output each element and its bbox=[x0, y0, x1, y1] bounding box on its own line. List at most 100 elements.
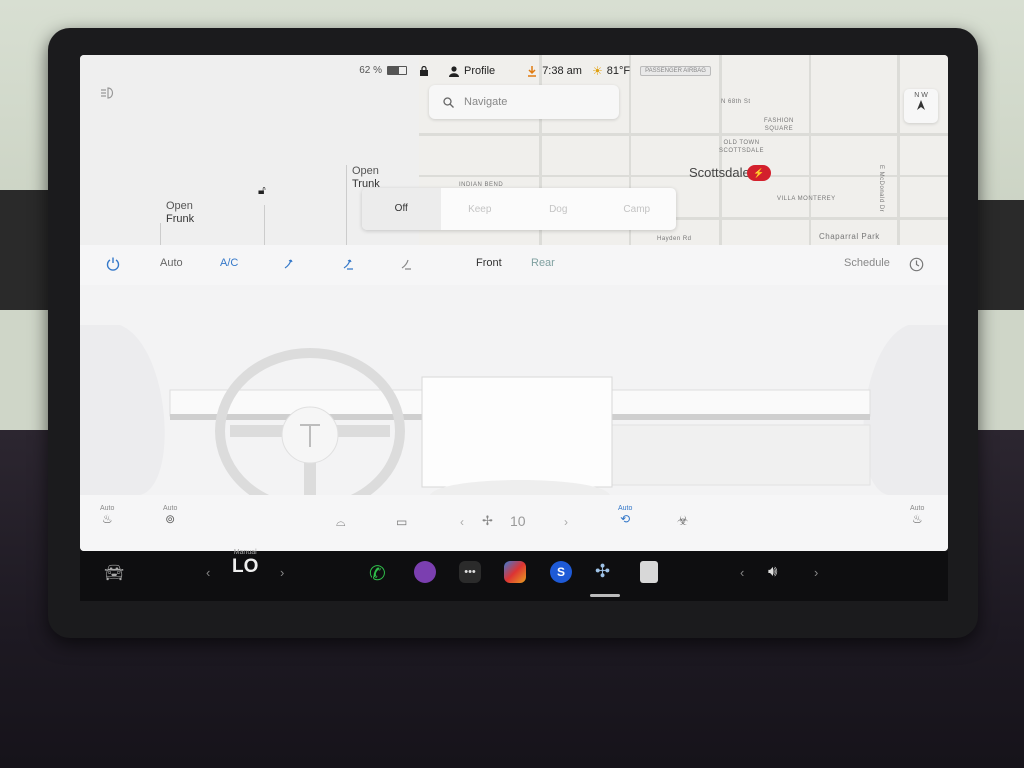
headlight-icon[interactable] bbox=[100, 87, 118, 99]
city-label: Scottsdale bbox=[689, 165, 750, 180]
recirculate-icon: ⟲ bbox=[620, 512, 631, 526]
bioweapon-defense-icon[interactable]: ☣ bbox=[677, 513, 689, 529]
car-outline bbox=[264, 205, 265, 245]
driver-temperature[interactable]: Manual LO bbox=[232, 549, 258, 578]
phone-icon[interactable]: ✆ bbox=[369, 561, 386, 586]
front-tab[interactable]: Front bbox=[476, 257, 502, 269]
search-icon bbox=[443, 96, 454, 108]
airflow-face-icon[interactable] bbox=[283, 257, 297, 271]
manual-app-icon[interactable] bbox=[640, 561, 658, 583]
volume-increase-chevron-icon[interactable]: › bbox=[814, 565, 818, 580]
frunk-label: Frunk bbox=[166, 213, 195, 225]
auto-button[interactable]: Auto bbox=[160, 257, 183, 269]
mode-dog-button[interactable]: Dog bbox=[519, 204, 598, 215]
climate-controls-row: Auto A/C Front Rear Schedule bbox=[80, 257, 948, 279]
camera-app-icon[interactable] bbox=[414, 561, 436, 583]
app-drawer-handle[interactable] bbox=[590, 594, 620, 597]
map-label-n68: N 68th St bbox=[721, 99, 751, 105]
compass-label: N W bbox=[914, 92, 928, 99]
map-label-hayden: Hayden Rd bbox=[657, 236, 692, 242]
temperature-value: LO bbox=[232, 556, 259, 577]
wheel-auto-label: Auto bbox=[163, 505, 178, 512]
airflow-feet-icon[interactable] bbox=[400, 257, 414, 271]
temp-mode-label: Manual bbox=[233, 549, 257, 556]
climate-mode-selector: Off Keep Dog Camp bbox=[362, 188, 676, 230]
compass-button[interactable]: N W bbox=[904, 89, 938, 123]
passenger-airbag-indicator: PASSENGER AIRBAG bbox=[640, 66, 711, 76]
seat-heater-icon: ♨ bbox=[101, 512, 113, 526]
fan-speed-value: 10 bbox=[510, 513, 526, 529]
unlock-icon[interactable]: 🔓︎ bbox=[258, 183, 266, 198]
car-outline bbox=[346, 165, 347, 245]
profile-icon bbox=[449, 65, 459, 77]
mode-off-button[interactable]: Off bbox=[362, 188, 441, 230]
rear-defrost-icon[interactable]: ▭ bbox=[396, 515, 407, 529]
seat-auto-label: Auto bbox=[100, 505, 115, 512]
ac-button[interactable]: A/C bbox=[220, 257, 238, 269]
battery-percent: 62 % bbox=[359, 65, 382, 76]
car-outline bbox=[160, 223, 161, 245]
recirculate-button[interactable]: Auto ⟲ bbox=[618, 505, 632, 526]
more-apps-icon[interactable]: ••• bbox=[459, 561, 481, 583]
passenger-seat-auto-label: Auto bbox=[910, 505, 925, 512]
lock-icon[interactable] bbox=[419, 66, 429, 76]
volume-decrease-chevron-icon[interactable]: ‹ bbox=[740, 565, 744, 580]
rear-tab[interactable]: Rear bbox=[531, 257, 555, 269]
supercharger-pin-icon[interactable]: ⚡ bbox=[747, 165, 771, 181]
profile-label: Profile bbox=[464, 65, 496, 77]
map-label-chaparral: Chaparral Park bbox=[819, 232, 880, 241]
trunk-label-open: Open bbox=[352, 165, 379, 177]
clock: 7:38 am bbox=[527, 65, 582, 77]
battery-fill bbox=[388, 67, 400, 74]
schedule-button[interactable]: Schedule bbox=[844, 257, 890, 269]
weather: ☀ 81°F bbox=[592, 64, 630, 78]
temp-increase-chevron-icon[interactable]: › bbox=[280, 565, 284, 580]
car-icon[interactable]: 🚘︎ bbox=[104, 563, 124, 583]
mode-camp-button[interactable]: Camp bbox=[598, 204, 677, 215]
dog-label: Dog bbox=[549, 203, 568, 215]
fan-app-icon[interactable]: ✣ bbox=[595, 561, 610, 582]
map-label-mcdonald: E McDonald Dr bbox=[878, 165, 884, 213]
sun-icon: ☀ bbox=[591, 64, 603, 78]
download-update-icon[interactable] bbox=[527, 65, 537, 77]
touchscreen: 62 % Open Frunk 🔓︎ Open Trunk Profile 7:… bbox=[80, 55, 948, 551]
map-label-old-town: OLD TOWN SCOTTSDALE bbox=[719, 140, 765, 154]
battery-indicator: 62 % bbox=[359, 65, 407, 76]
passenger-seat-heater-icon: ♨ bbox=[911, 512, 923, 526]
steering-wheel-icon: ⊚ bbox=[165, 512, 176, 526]
power-icon[interactable] bbox=[106, 257, 120, 271]
airflow-feet-face-icon[interactable] bbox=[342, 257, 356, 271]
mode-keep-button[interactable]: Keep bbox=[441, 204, 520, 215]
bottom-dock: 🚘︎ ‹ Manual LO › ✆ ••• S ✣ ‹ 🔊︎ › bbox=[80, 549, 948, 601]
climate-panel: Auto A/C Front Rear Schedule Auto ♨ Auto… bbox=[80, 245, 948, 551]
fan-icon: ✢ bbox=[482, 513, 493, 528]
battery-icon bbox=[387, 66, 407, 75]
profile-button[interactable]: Profile bbox=[449, 65, 495, 77]
climate-bottom-controls: Auto ♨ Auto ⊚ ⌓ ▭ ‹ ✢ 10 › Auto ⟲ ☣ Auto… bbox=[80, 501, 948, 545]
navigate-search-bar[interactable]: Navigate bbox=[429, 85, 619, 119]
keep-label: Keep bbox=[468, 203, 492, 215]
open-frunk-button[interactable]: Open Frunk bbox=[166, 200, 194, 226]
driver-seat-heater-button[interactable]: Auto ♨ bbox=[100, 505, 114, 526]
front-defrost-icon[interactable]: ⌓ bbox=[336, 515, 346, 530]
compass-arrow-icon bbox=[917, 100, 925, 110]
volume-icon[interactable]: 🔊︎ bbox=[768, 563, 777, 580]
passenger-seat-heater-button[interactable]: Auto ♨ bbox=[910, 505, 924, 526]
fan-decrease-chevron-icon[interactable]: ‹ bbox=[460, 515, 464, 529]
temperature-label: 81°F bbox=[606, 65, 631, 77]
clock-icon[interactable] bbox=[909, 257, 924, 272]
time-label: 7:38 am bbox=[542, 65, 582, 77]
toybox-icon[interactable] bbox=[504, 561, 526, 583]
navigate-placeholder: Navigate bbox=[464, 96, 508, 108]
status-bar: Profile 7:38 am ☀ 81°F PASSENGER AIRBAG bbox=[419, 61, 711, 81]
recirc-auto-label: Auto bbox=[618, 505, 633, 512]
frunk-label-open: Open bbox=[166, 200, 193, 212]
cabin-interior-illustration bbox=[80, 285, 948, 495]
spotify-icon[interactable]: S bbox=[550, 561, 572, 583]
map-label-villa-monterey: VILLA MONTEREY bbox=[777, 196, 836, 202]
fan-increase-chevron-icon[interactable]: › bbox=[564, 515, 568, 529]
map-label-fashion-square: FASHION SQUARE bbox=[764, 118, 794, 132]
camp-label: Camp bbox=[623, 203, 651, 215]
temp-decrease-chevron-icon[interactable]: ‹ bbox=[206, 565, 210, 580]
steering-wheel-heater-button[interactable]: Auto ⊚ bbox=[163, 505, 177, 526]
